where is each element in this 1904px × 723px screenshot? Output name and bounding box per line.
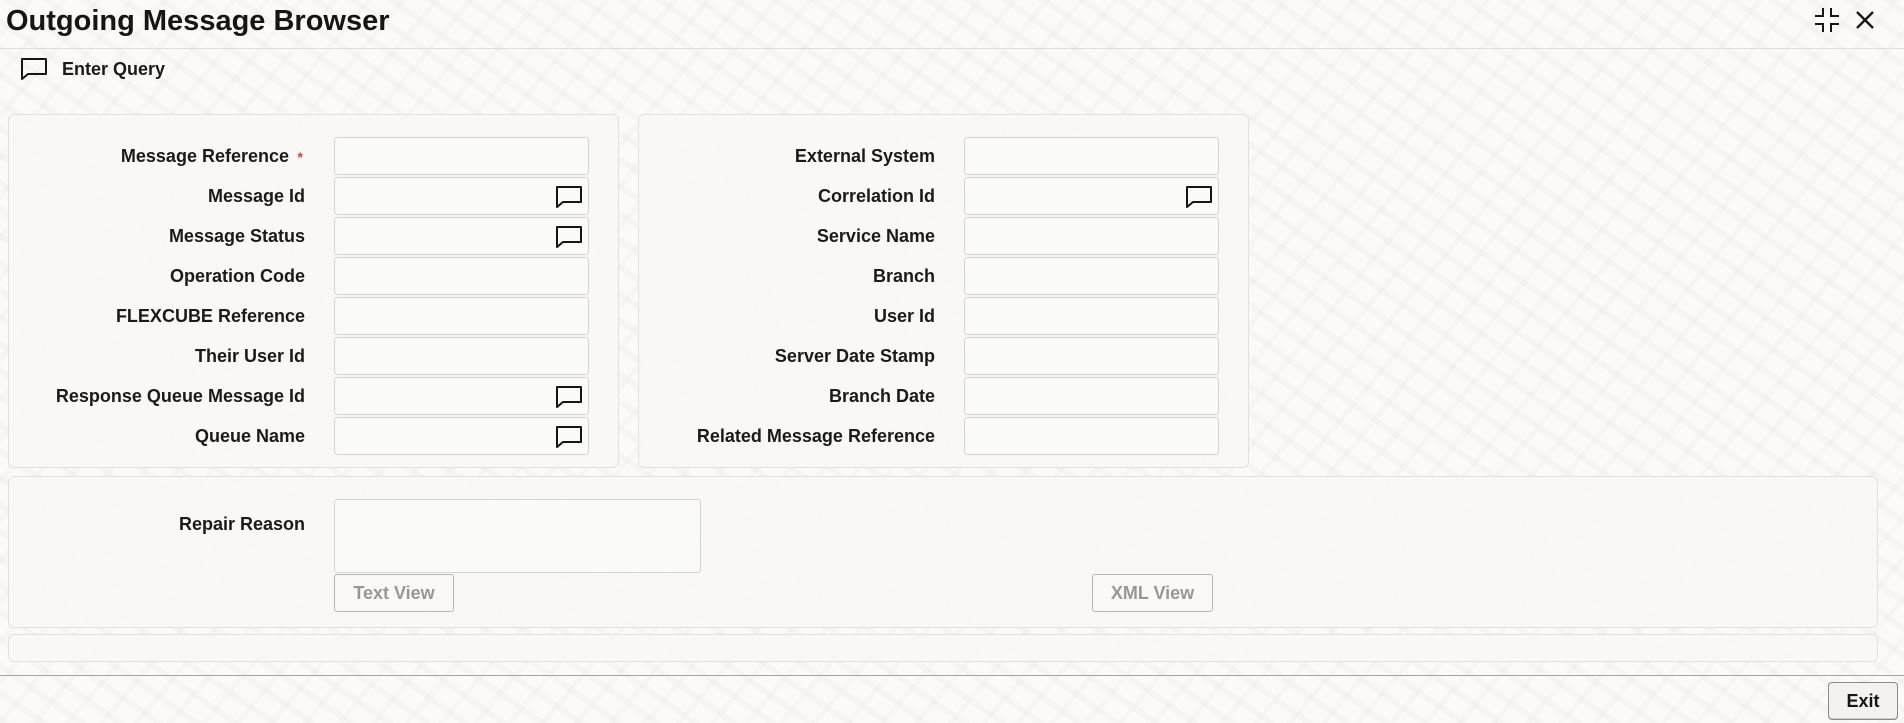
form-row: Server Date Stamp	[639, 337, 1248, 375]
lov-button[interactable]	[554, 224, 584, 250]
field-label-text: Message Reference *	[121, 146, 303, 166]
enter-query-label: Enter Query	[62, 58, 166, 79]
form-row: Message Reference *	[9, 137, 618, 175]
field-label-text: Branch Date	[828, 386, 935, 406]
field-label: Message Reference *	[9, 137, 303, 175]
form-row: Message Status	[9, 217, 618, 255]
xml-view-button[interactable]: XML View	[1092, 574, 1213, 612]
field-label: Operation Code	[9, 257, 305, 295]
right-query-panel: External System Correlation Id Service Nam…	[638, 114, 1249, 468]
field-label-text: Operation Code	[169, 266, 305, 286]
text-field[interactable]	[334, 137, 589, 175]
text-field[interactable]	[964, 297, 1219, 335]
field-label-text: User Id	[873, 306, 935, 326]
chat-bubble-icon	[556, 186, 582, 208]
field-label: User Id	[639, 297, 935, 335]
field-label: Related Message Reference	[639, 417, 935, 455]
field-label-text: FLEXCUBE Reference	[115, 306, 305, 326]
text-field[interactable]	[334, 297, 589, 335]
chat-bubble-icon	[556, 226, 582, 248]
page-title: Outgoing Message Browser	[6, 5, 390, 37]
text-field[interactable]	[964, 377, 1219, 415]
field-label: FLEXCUBE Reference	[9, 297, 305, 335]
repair-reason-label: Repair Reason	[178, 514, 305, 534]
lov-button[interactable]	[554, 424, 584, 450]
text-field[interactable]	[334, 177, 589, 215]
form-row: Service Name	[639, 217, 1248, 255]
field-label: Service Name	[639, 217, 935, 255]
form-row: Related Message Reference	[639, 417, 1248, 455]
form-row: Their User Id	[9, 337, 618, 375]
text-field[interactable]	[334, 377, 589, 415]
form-row: Queue Name	[9, 417, 618, 455]
text-field[interactable]	[334, 217, 589, 255]
form-row: User Id	[639, 297, 1248, 335]
lov-button[interactable]	[554, 184, 584, 210]
repair-panel: Repair Reason Text View XML View	[8, 476, 1878, 628]
text-view-button[interactable]: Text View	[334, 574, 454, 612]
field-label-text: Message Status	[168, 226, 305, 246]
chat-bubble-icon	[1186, 186, 1212, 208]
text-field[interactable]	[964, 177, 1219, 215]
field-label: Branch Date	[639, 377, 935, 415]
close-icon	[1856, 11, 1874, 29]
close-button[interactable]	[1848, 3, 1882, 37]
field-label-text: Message Id	[207, 186, 305, 206]
exit-button[interactable]: Exit	[1828, 682, 1898, 720]
repair-reason-textarea[interactable]	[334, 499, 701, 573]
maximize-button[interactable]	[1810, 3, 1844, 37]
left-query-panel: Message Reference * Message Id Message Stat…	[8, 114, 619, 468]
field-label: Their User Id	[9, 337, 305, 375]
empty-panel-strip	[8, 634, 1878, 662]
footer-divider	[0, 675, 1904, 676]
form-row: Message Id	[9, 177, 618, 215]
text-field[interactable]	[964, 337, 1219, 375]
field-label: Queue Name	[9, 417, 305, 455]
form-row: Branch	[639, 257, 1248, 295]
enter-query-button[interactable]: Enter Query	[0, 57, 165, 81]
field-label: Response Queue Message Id	[9, 377, 305, 415]
field-label-text: Their User Id	[194, 346, 305, 366]
field-label-text: Service Name	[816, 226, 935, 246]
form-row: Response Queue Message Id	[9, 377, 618, 415]
text-field[interactable]	[964, 417, 1219, 455]
field-label: Correlation Id	[639, 177, 935, 215]
field-label-text: External System	[794, 146, 935, 166]
chat-bubble-icon	[21, 58, 47, 80]
field-label-text: Server Date Stamp	[774, 346, 935, 366]
window-header: Outgoing Message Browser	[0, 0, 1904, 49]
field-label-text: Branch	[872, 266, 935, 286]
form-row: Correlation Id	[639, 177, 1248, 215]
text-field[interactable]	[334, 337, 589, 375]
field-label: Message Id	[9, 177, 305, 215]
text-field[interactable]	[964, 137, 1219, 175]
lov-button[interactable]	[1184, 184, 1214, 210]
required-asterisk: *	[297, 149, 303, 165]
form-row: Operation Code	[9, 257, 618, 295]
field-label-text: Response Queue Message Id	[55, 386, 305, 406]
field-label-text: Queue Name	[194, 426, 305, 446]
form-row: FLEXCUBE Reference	[9, 297, 618, 335]
chat-bubble-icon	[556, 426, 582, 448]
text-field[interactable]	[334, 417, 589, 455]
form-row: Branch Date	[639, 377, 1248, 415]
text-field[interactable]	[964, 257, 1219, 295]
chat-bubble-icon	[556, 386, 582, 408]
field-label: Server Date Stamp	[639, 337, 935, 375]
field-label-text: Correlation Id	[817, 186, 935, 206]
toolbar: Enter Query	[0, 52, 400, 86]
field-label: Branch	[639, 257, 935, 295]
field-label: External System	[639, 137, 935, 175]
lov-button[interactable]	[554, 384, 584, 410]
field-label: Message Status	[9, 217, 305, 255]
field-label-text: Related Message Reference	[696, 426, 935, 446]
form-row: External System	[639, 137, 1248, 175]
text-field[interactable]	[964, 217, 1219, 255]
collapse-corners-icon	[1815, 8, 1839, 32]
text-field[interactable]	[334, 257, 589, 295]
